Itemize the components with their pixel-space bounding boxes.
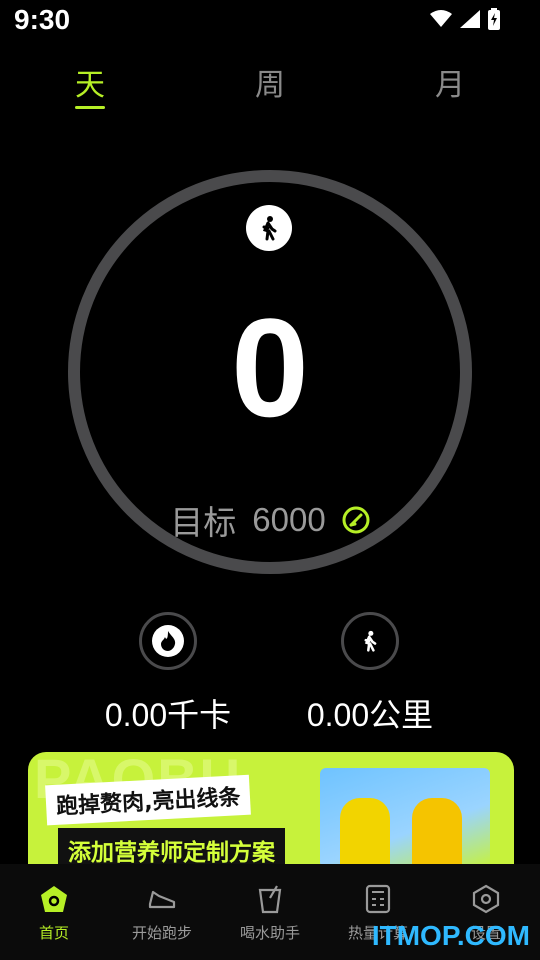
watermark: ITMOP.COM	[371, 920, 530, 951]
tab-week[interactable]: 周	[240, 60, 300, 104]
runners-image	[320, 768, 490, 864]
distance-stat: 0.00公里	[270, 612, 470, 736]
status-icons	[430, 8, 500, 30]
nav-water-label: 喝水助手	[239, 924, 300, 942]
status-time: 9:30	[14, 4, 71, 35]
nav-start-run-label: 开始跑步	[131, 924, 192, 942]
goal-label: 目标	[170, 503, 237, 542]
runner-figure	[412, 798, 462, 864]
promo-banner[interactable]: PAOBU 跑掉赘肉,亮出线条 添加营养师定制方案	[28, 752, 514, 864]
nav-home[interactable]: 首页	[0, 884, 108, 943]
runner-figure	[340, 798, 390, 864]
tab-day[interactable]: 天	[60, 60, 120, 104]
status-bar: 9:30	[0, 0, 540, 44]
step-ring: 0 目标 6000	[68, 170, 472, 574]
battery-icon	[488, 8, 500, 30]
shoe-icon	[147, 884, 177, 914]
settings-icon	[471, 884, 501, 914]
calories-value: 0.00千卡	[104, 697, 232, 733]
nav-start-run[interactable]: 开始跑步	[108, 884, 216, 943]
distance-value: 0.00公里	[306, 697, 434, 733]
banner-subheadline: 添加营养师定制方案	[58, 828, 285, 864]
goal-row: 目标 6000	[68, 496, 472, 544]
nav-water[interactable]: 喝水助手	[216, 884, 324, 943]
tab-month[interactable]: 月	[420, 60, 480, 104]
edit-goal-icon[interactable]	[342, 506, 370, 534]
cup-icon	[255, 884, 285, 914]
home-icon	[39, 884, 69, 914]
walk-icon	[246, 205, 292, 251]
wifi-icon	[430, 10, 452, 27]
walk-icon	[341, 612, 399, 670]
flame-icon	[139, 612, 197, 670]
goal-value: 6000	[252, 501, 326, 538]
step-count: 0	[231, 289, 309, 446]
calculator-icon	[363, 884, 393, 914]
signal-icon	[460, 10, 480, 28]
calories-stat: 0.00千卡	[68, 612, 268, 736]
tab-day-underline	[75, 106, 105, 109]
period-tabs: 天 周 月	[0, 60, 540, 112]
nav-home-label: 首页	[38, 924, 69, 942]
